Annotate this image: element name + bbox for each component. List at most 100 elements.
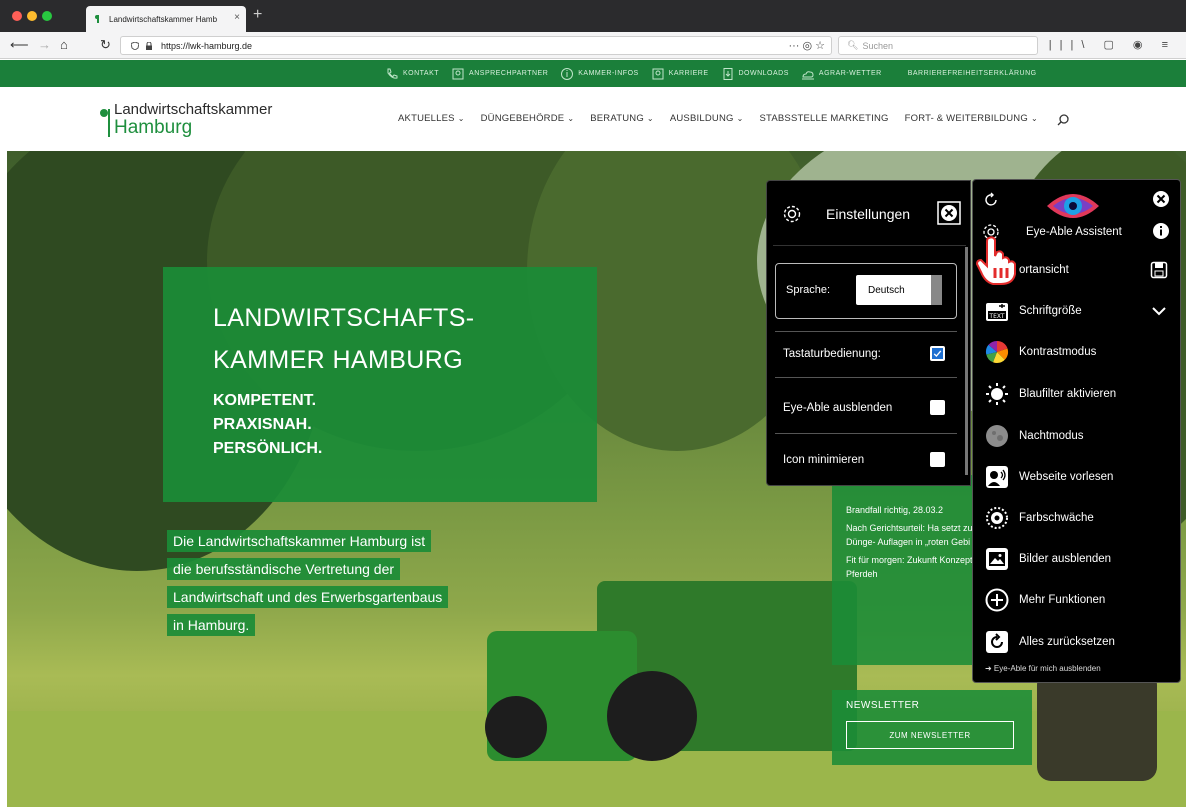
- lock-icon: [146, 42, 152, 50]
- eye-able-logo-icon: [1047, 194, 1099, 218]
- hide-images-icon: [986, 548, 1008, 570]
- harvester: [1037, 671, 1157, 781]
- menu-item-blue-filter[interactable]: Blaufilter aktivieren: [973, 374, 1180, 414]
- checkbox-checked-icon[interactable]: [930, 346, 945, 361]
- topbar-link-barrierefreiheit[interactable]: BARRIEREFREIHEITSERKLÄRUNG: [908, 70, 1037, 77]
- close-icon[interactable]: [937, 201, 961, 225]
- menu-item-read-aloud[interactable]: Webseite vorlesen: [973, 457, 1180, 497]
- option-label: Tastaturbedienung:: [783, 348, 881, 360]
- hide-eye-able-link[interactable]: ➜ Eye-Able für mich ausblenden: [985, 664, 1101, 673]
- logo-dot: [100, 109, 108, 117]
- logo-bar: [108, 109, 110, 137]
- checkbox[interactable]: [930, 452, 945, 467]
- contrast-icon: [985, 340, 1009, 364]
- divider: [773, 245, 966, 246]
- tractor-wheel: [607, 671, 697, 761]
- night-mode-icon: [986, 425, 1008, 447]
- chevron-down-icon: ⌄: [567, 114, 575, 123]
- menu-item-reset-all[interactable]: Alles zurücksetzen: [973, 622, 1180, 662]
- window-minimize-button[interactable]: [27, 11, 37, 21]
- menu-item-label: Farbschwäche: [1019, 512, 1094, 524]
- text-size-icon: TEXT: [986, 303, 1008, 321]
- window-maximize-button[interactable]: [42, 11, 52, 21]
- menu-item-label: Schriftgröße: [1019, 305, 1082, 317]
- gear-icon: [783, 205, 801, 223]
- menu-item-hide-images[interactable]: Bilder ausblenden: [973, 539, 1180, 579]
- tab-close-icon[interactable]: ×: [234, 12, 240, 23]
- menu-item-more-functions[interactable]: Mehr Funktionen: [973, 580, 1180, 620]
- nav-item-ausbildung[interactable]: AUSBILDUNG ⌄: [670, 113, 744, 127]
- topbar-link-downloads[interactable]: DOWNLOADS: [721, 67, 789, 81]
- close-icon[interactable]: [1152, 190, 1170, 208]
- forward-icon[interactable]: →: [38, 37, 51, 53]
- page-actions-icons[interactable]: ··· ◎ ☆: [788, 39, 825, 52]
- menu-item-font-size[interactable]: TEXT Schriftgröße: [973, 291, 1180, 331]
- menu-item-night-mode[interactable]: Nachtmodus: [973, 416, 1180, 456]
- language-label: Sprache:: [786, 284, 831, 296]
- home-icon[interactable]: ⌂: [60, 37, 68, 53]
- nav-item-beratung[interactable]: BERATUNG ⌄: [590, 113, 654, 127]
- hero-tagline: KOMPETENT. PRAXISNAH. PERSÖNLICH.: [213, 392, 323, 457]
- minimize-icon-option[interactable]: Icon minimieren: [775, 439, 957, 481]
- logo-text-line2: Hamburg: [114, 117, 193, 138]
- browser-tab[interactable]: Landwirtschaftskammer Hamb ×: [86, 6, 246, 32]
- option-label: Icon minimieren: [783, 454, 865, 466]
- refresh-icon[interactable]: [983, 192, 999, 208]
- blue-filter-icon: [986, 383, 1008, 405]
- reload-icon[interactable]: ↻: [100, 37, 111, 53]
- window-close-button[interactable]: [12, 11, 22, 21]
- divider: [775, 433, 957, 434]
- topbar-link-kontakt[interactable]: KONTAKT: [385, 67, 439, 81]
- nav-item-aktuelles[interactable]: AKTUELLES ⌄: [398, 113, 465, 127]
- read-aloud-icon: [986, 466, 1008, 488]
- newsletter-box: NEWSLETTER ZUM NEWSLETTER: [832, 690, 1032, 765]
- site-search-icon[interactable]: [1056, 113, 1070, 127]
- assistant-title: Eye-Able Assistent: [1026, 226, 1122, 238]
- site-header: Landwirtschaftskammer Hamburg AKTUELLES ⌄…: [0, 87, 1186, 151]
- browser-titlebar: Landwirtschaftskammer Hamb × +: [0, 0, 1186, 32]
- settings-title: Einstellungen: [826, 206, 911, 222]
- menu-item-label: Blaufilter aktivieren: [1019, 388, 1117, 400]
- search-placeholder: Suchen: [862, 40, 893, 51]
- topbar-link-agrar-wetter[interactable]: AGRAR-WETTER: [801, 67, 882, 81]
- back-icon[interactable]: ⟵: [10, 37, 29, 53]
- browser-navbar: ⟵ → ⌂ ↻ https://lwk-hamburg.de ··· ◎ ☆ 🔍…: [0, 32, 1186, 59]
- option-label: Eye-Able ausblenden: [783, 402, 893, 414]
- newsletter-button[interactable]: ZUM NEWSLETTER: [846, 721, 1014, 749]
- nav-item-duengebehoerde[interactable]: DÜNGEBEHÖRDE ⌄: [481, 113, 575, 127]
- new-tab-button[interactable]: +: [253, 6, 262, 24]
- keyboard-control-option[interactable]: Tastaturbedienung:: [775, 333, 957, 375]
- settings-header: Einstellungen: [781, 201, 961, 227]
- info-icon[interactable]: [1152, 222, 1170, 240]
- menu-item-label: Mehr Funktionen: [1019, 594, 1106, 606]
- service-bar: KONTAKT ANSPRECHPARTNER KAMMER-INFOS KAR…: [0, 60, 1186, 87]
- browser-search-input[interactable]: 🔍︎ Suchen: [838, 36, 1038, 55]
- url-text: https://lwk-hamburg.de: [161, 40, 253, 51]
- scrollbar[interactable]: [965, 247, 968, 475]
- menu-item-label: Webseite vorlesen: [1019, 471, 1114, 483]
- save-icon[interactable]: [1150, 261, 1168, 279]
- language-value: Deutsch: [868, 284, 905, 296]
- nav-item-fort-weiterbildung[interactable]: FORT- & WEITERBILDUNG ⌄: [905, 113, 1038, 127]
- hero-description-line: in Hamburg.: [167, 614, 256, 636]
- select-arrow-icon: [931, 275, 942, 305]
- menu-item-label: Nachtmodus: [1019, 430, 1084, 442]
- topbar-link-ansprechpartner[interactable]: ANSPRECHPARTNER: [451, 67, 548, 81]
- toolbar-icons[interactable]: |||\ ▢ ◉ ≡: [1049, 38, 1176, 51]
- color-blindness-icon: [986, 507, 1008, 529]
- chevron-down-icon: ⌄: [1030, 114, 1038, 123]
- nav-item-stabsstelle-marketing[interactable]: STABSSTELLE MARKETING: [760, 113, 889, 127]
- chevron-down-icon: ⌄: [457, 114, 465, 123]
- hand-pointer-icon: [975, 236, 1016, 285]
- chevron-down-icon[interactable]: [1150, 302, 1168, 320]
- topbar-link-karriere[interactable]: KARRIERE: [651, 67, 709, 81]
- address-bar[interactable]: https://lwk-hamburg.de ··· ◎ ☆: [120, 36, 832, 55]
- checkbox[interactable]: [930, 400, 945, 415]
- menu-item-contrast[interactable]: Kontrastmodus: [973, 332, 1180, 372]
- menu-item-label: Alles zurücksetzen: [1019, 636, 1115, 648]
- hide-eye-able-option[interactable]: Eye-Able ausblenden: [775, 387, 957, 429]
- tractor-wheel: [485, 696, 547, 758]
- language-select[interactable]: Deutsch: [856, 275, 942, 305]
- menu-item-color-blindness[interactable]: Farbschwäche: [973, 498, 1180, 538]
- topbar-link-kammer-infos[interactable]: KAMMER-INFOS: [560, 67, 638, 81]
